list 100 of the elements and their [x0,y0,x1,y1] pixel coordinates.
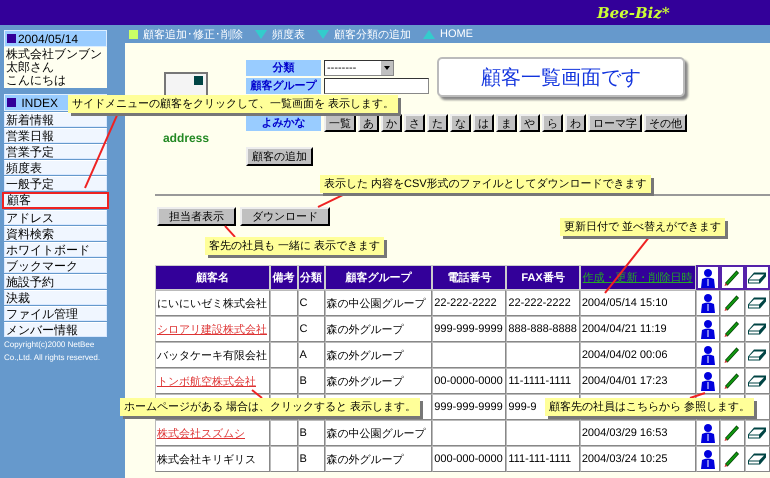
sidebar-item[interactable]: 営業日報 [4,128,107,143]
kana-button[interactable]: ま [496,114,517,132]
kana-button[interactable]: さ [404,114,425,132]
table-cell: B [300,375,307,387]
greeting-text: 太郎さん [6,61,55,74]
app-logo: Bee-Biz* [597,4,670,22]
table-cell: 森の外グループ [326,350,404,362]
eraser-icon[interactable] [748,453,766,465]
square-icon [7,34,16,43]
person-icon[interactable] [700,449,716,469]
table-cell: A [300,349,307,361]
sidebar-item[interactable]: 施設予約 [4,274,107,289]
table-cell: 888-888-8888 [508,323,577,335]
kana-button[interactable]: た [427,114,448,132]
greeting-text: 株式会社ブンブン [6,48,103,61]
pencil-icon[interactable] [724,321,740,337]
eraser-icon[interactable] [748,323,766,335]
sidebar-item[interactable]: ブックマーク [4,258,107,273]
kana-button[interactable]: や [519,114,540,132]
table-cell: 森の外グループ [326,454,404,466]
callout-tooltip: ホームページがある 場合は、クリックすると 表示します。 [120,398,420,416]
sidebar-item[interactable]: アドレス [4,210,107,225]
column-header: 備考 [272,272,295,284]
table-cell: 999-9 [508,401,536,413]
action-button[interactable]: 担当者表示 [157,207,236,226]
kana-button[interactable]: ローマ字 [588,114,642,132]
table-cell: B [300,427,307,439]
table-cell: 111-111-1111 [508,453,572,465]
kana-button[interactable]: その他 [644,114,687,132]
table-cell: 22-222-2222 [434,297,497,309]
pencil-icon[interactable] [724,425,740,441]
kana-button[interactable]: ら [542,114,563,132]
table-cell: 999-999-9999 [434,401,503,413]
date-label: 2004/05/14 [18,32,78,46]
pencil-icon[interactable] [724,347,740,363]
pencil-icon[interactable] [724,270,740,286]
sidebar-item[interactable]: メンバー情報 [4,322,107,337]
table-cell: 11-1111-1111 [508,375,572,387]
pencil-icon[interactable] [724,451,740,467]
sidebar-item[interactable]: 営業予定 [4,144,107,159]
copyright-text: Copyright(c)2000 NetBee [4,340,96,350]
leader-line [224,225,236,238]
pencil-icon[interactable] [724,295,740,311]
title-panel: 顧客一覧画面です [437,57,685,97]
table-cell: 森の外グループ [326,324,404,336]
leader-line [690,392,706,399]
customer-name: にいにいゼミ株式会社 [157,298,267,310]
eraser-icon[interactable] [748,349,766,361]
eraser-icon[interactable] [748,427,766,439]
column-header: 顧客グループ [345,272,412,284]
callout-tooltip: 顧客先の社員はこちらから 参照します。 [545,398,754,416]
pencil-icon[interactable] [724,373,740,389]
callout-tooltip: サイドメニューの顧客をクリックして、一覧画面を 表示します。 [68,95,398,113]
sidebar-item[interactable]: ホワイトボード [4,242,107,257]
customer-name: バッタケーキ有限会社 [157,350,267,362]
sidebar-item[interactable]: 資料検索 [4,226,107,241]
eraser-icon[interactable] [748,375,766,387]
callout-tooltip: 客先の社員も 一緒に 表示できます [205,237,384,255]
kana-button[interactable]: は [473,114,494,132]
category-select[interactable]: -------- [324,60,394,76]
group-field[interactable] [324,78,429,94]
sidebar-item[interactable]: 決裁 [4,290,107,305]
sidebar-item[interactable]: ファイル管理 [4,306,107,321]
sidebar-item[interactable]: 新着情報 [4,112,107,127]
kana-button[interactable]: か [381,114,402,132]
add-customer-button[interactable]: 顧客の追加 [246,147,313,166]
square-icon [7,98,16,107]
eraser-icon[interactable] [748,272,766,284]
kana-button[interactable]: 一覧 [324,114,356,132]
kana-button[interactable]: わ [565,114,586,132]
table-cell: 00-0000-0000 [434,375,503,387]
kana-button[interactable]: あ [358,114,379,132]
sidebar-item[interactable]: 頻度表 [4,160,107,175]
column-header: FAX番号 [521,272,565,284]
action-button[interactable]: ダウンロード [240,207,330,226]
column-header: 顧客名 [196,272,229,284]
sidebar-item[interactable]: 顧客 [2,192,109,209]
group-label: 顧客グループ [246,78,321,94]
callout-tooltip: 表示した 内容をCSV形式のファイルとしてダウンロードできます [320,175,651,193]
customer-name: 株式会社キリギリス [157,454,256,466]
square-icon [129,30,138,38]
person-icon[interactable] [700,371,716,391]
person-icon[interactable] [700,423,716,443]
leader-line [251,389,263,399]
table-cell: 22-222-2222 [508,297,571,309]
kana-button[interactable]: な [450,114,471,132]
table-cell: 2004/04/01 17:23 [582,375,668,387]
callout-tooltip: 更新日付で 並べ替えができます [560,218,726,236]
person-icon[interactable] [700,268,716,288]
person-icon[interactable] [700,293,716,313]
person-icon[interactable] [700,345,716,365]
address-book-icon [164,72,208,98]
person-icon[interactable] [700,319,716,339]
eraser-icon[interactable] [748,297,766,309]
table-cell: 000-000-0000 [434,453,503,465]
table-cell: 森の外グループ [326,376,404,388]
category-label: 分類 [246,60,321,76]
table-cell: 森の中公園グループ [326,428,426,440]
sidebar-item[interactable]: 一般予定 [4,176,107,191]
logo-caption: address [162,131,210,145]
